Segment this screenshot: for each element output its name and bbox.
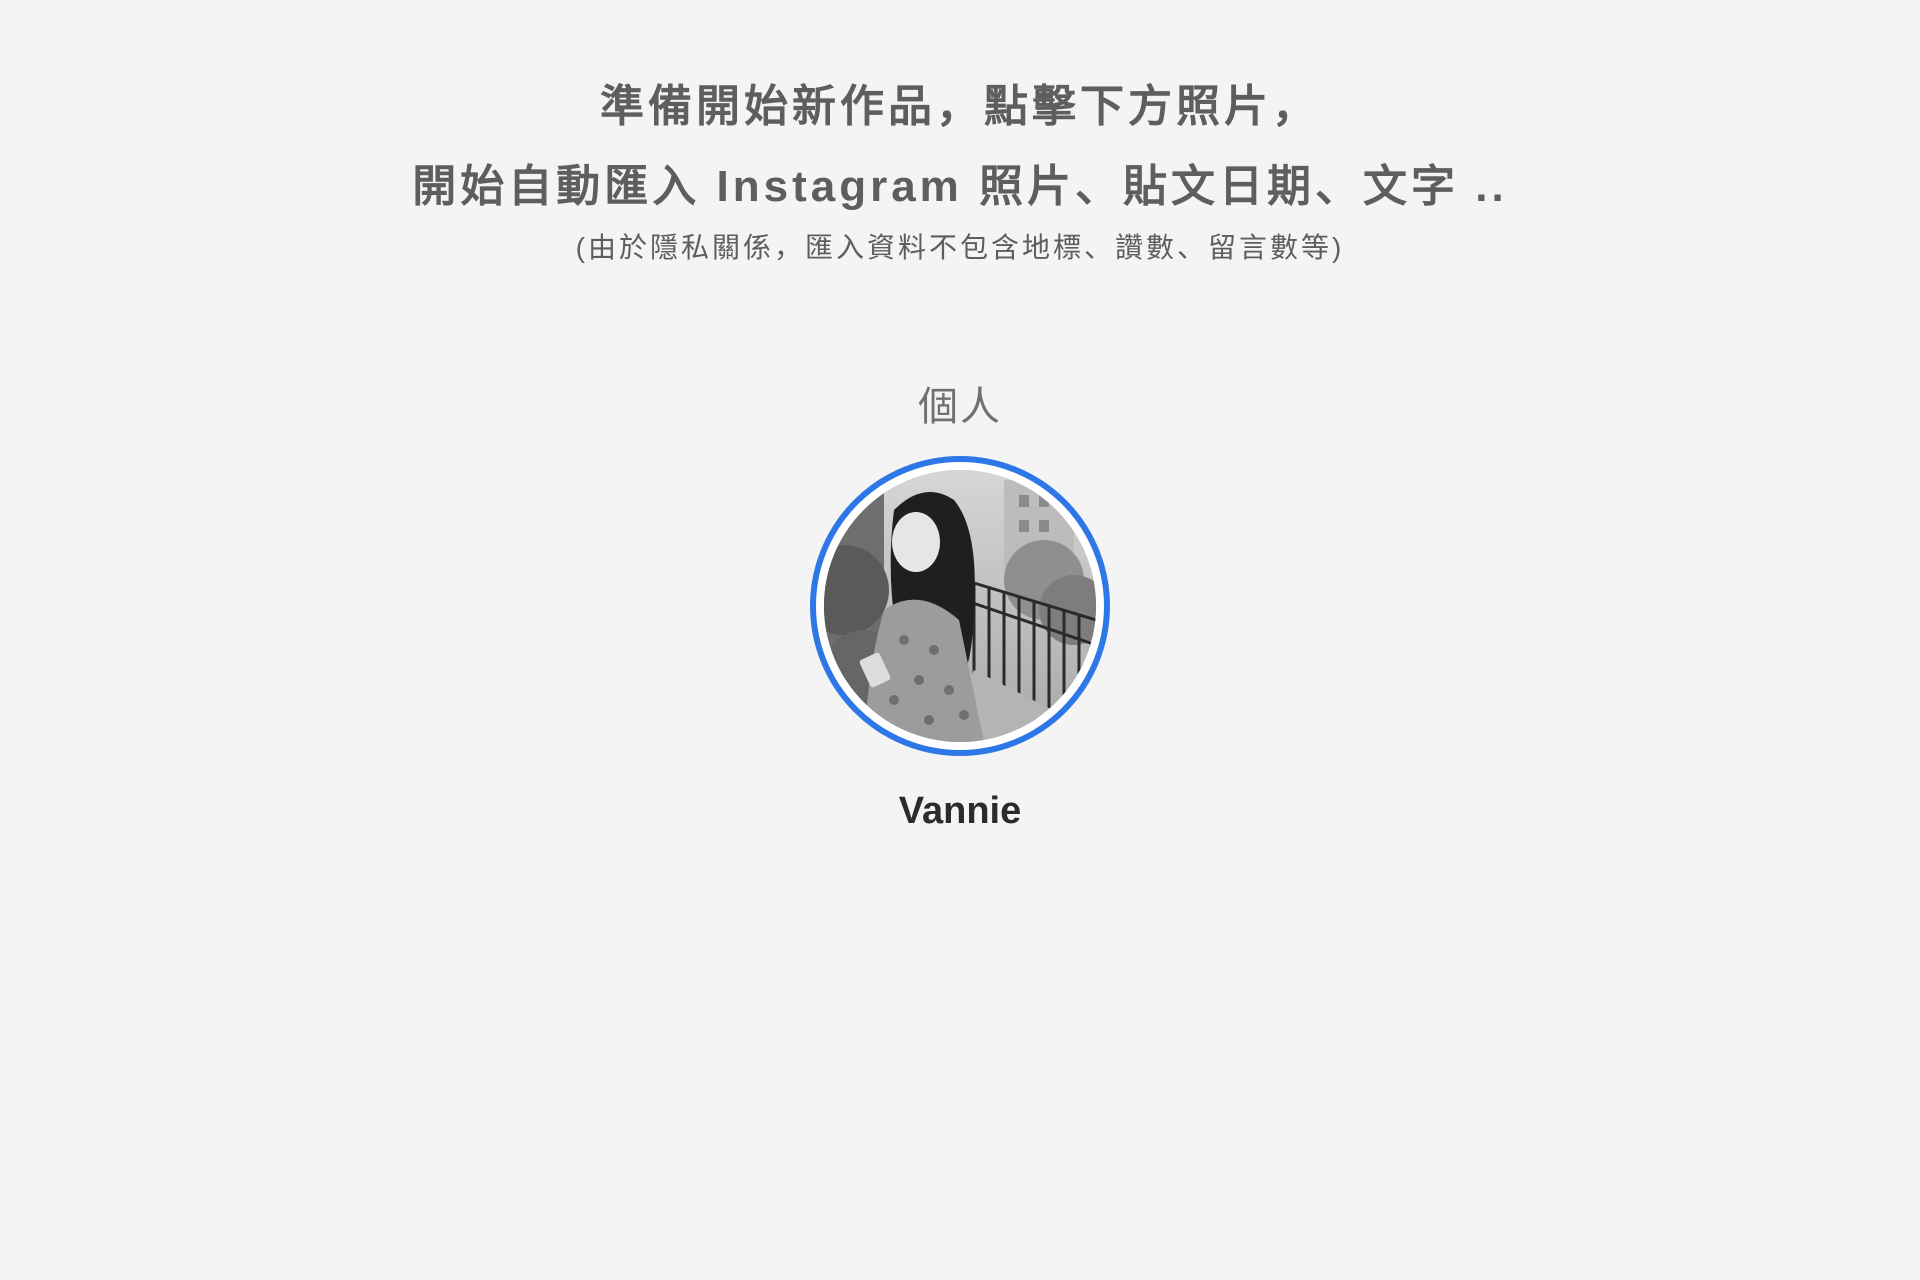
section-title-personal: 個人 <box>918 385 1002 429</box>
import-page: 準備開始新作品，點擊下方照片， 開始自動匯入 Instagram 照片、貼文日期… <box>0 0 1920 1280</box>
instruction-line-2: 開始自動匯入 Instagram 照片、貼文日期、文字 .. <box>412 162 1508 211</box>
profile-name[interactable]: Vannie <box>760 790 1160 833</box>
avatar-ring[interactable] <box>810 456 1110 756</box>
instruction-line-1: 準備開始新作品，點擊下方照片， <box>600 82 1320 131</box>
profile-card[interactable]: Vannie <box>760 448 1160 848</box>
avatar[interactable] <box>824 470 1096 742</box>
profile-photo-icon <box>824 470 1096 742</box>
privacy-note: (由於隱私關係，匯入資料不包含地標、讚數、留言數等) <box>575 232 1345 263</box>
